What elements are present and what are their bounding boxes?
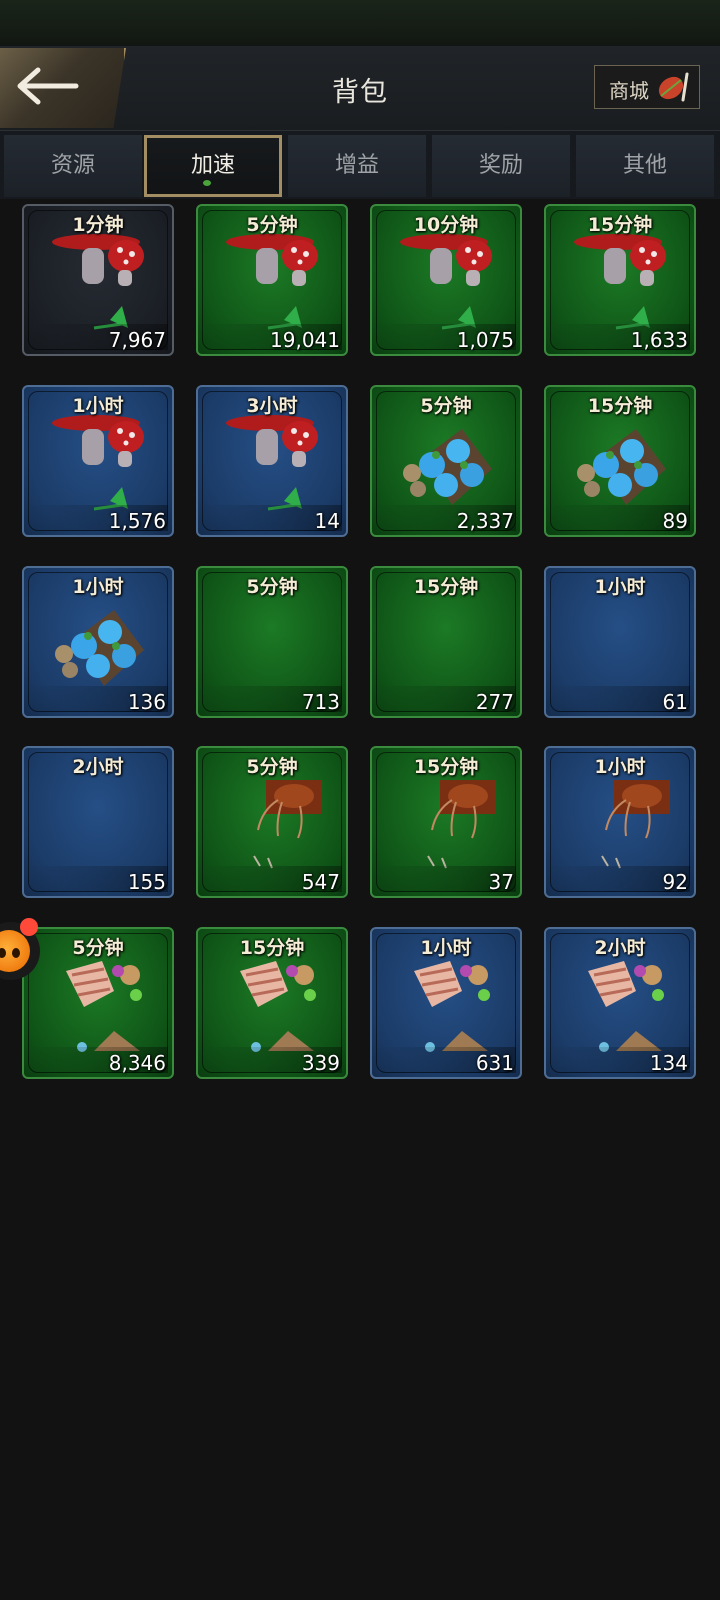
- item-count: 2,337: [456, 509, 514, 533]
- shell-icon: [240, 961, 316, 1052]
- item-count: 134: [649, 1051, 688, 1075]
- leaf-decoration-icon: [203, 180, 211, 186]
- assistant-face-icon: [0, 930, 30, 972]
- item-count: 547: [301, 870, 340, 894]
- speedup-item-card[interactable]: 3小时 14: [196, 385, 348, 537]
- notification-dot: [20, 918, 38, 936]
- item-duration-label: 10分钟: [413, 214, 479, 236]
- speedup-item-card[interactable]: 1小时 61: [544, 566, 696, 718]
- shop-label: 商城: [609, 79, 649, 103]
- shell-icon: [414, 961, 490, 1052]
- tab-bar: 资源 加速 增益 奖励 其他: [0, 131, 720, 199]
- item-count: 155: [127, 870, 166, 894]
- mushroom-icon: [400, 234, 492, 330]
- item-duration-label: 1小时: [594, 756, 646, 778]
- tab-rewards[interactable]: 奖励: [432, 135, 570, 197]
- speedup-item-card[interactable]: 2小时 134: [544, 927, 696, 1079]
- item-count: 136: [127, 690, 166, 714]
- item-duration-label: 15分钟: [413, 576, 479, 598]
- item-duration-label: 1小时: [72, 395, 124, 417]
- speedup-item-card[interactable]: 1小时 1,576: [22, 385, 174, 537]
- item-duration-label: 5分钟: [246, 214, 298, 236]
- item-count: 89: [662, 509, 688, 533]
- shop-button[interactable]: 商城: [594, 65, 700, 109]
- item-duration-label: 2小时: [594, 937, 646, 959]
- leaf-icon: [658, 72, 689, 102]
- item-duration-label: 1小时: [72, 576, 124, 598]
- mushroom-icon: [52, 415, 144, 511]
- item-duration-label: 5分钟: [246, 756, 298, 778]
- item-count: 1,633: [630, 328, 688, 352]
- mushroom-icon: [52, 234, 144, 330]
- item-duration-label: 15分钟: [587, 395, 653, 417]
- item-duration-label: 1小时: [420, 937, 472, 959]
- item-count: 277: [475, 690, 514, 714]
- speedup-item-card[interactable]: 15分钟 89: [544, 385, 696, 537]
- speedup-item-card[interactable]: 5分钟 713: [196, 566, 348, 718]
- ant-icon: [427, 780, 496, 869]
- speedup-item-card[interactable]: 5分钟 8,346: [22, 927, 174, 1079]
- ant-icon: [253, 780, 322, 869]
- tab-speedup-label: 加速: [190, 153, 235, 178]
- tab-speedup[interactable]: 加速: [144, 135, 282, 197]
- item-count: 7,967: [108, 328, 166, 352]
- item-duration-label: 15分钟: [413, 756, 479, 778]
- shell-icon: [66, 961, 142, 1052]
- ant-icon: [601, 780, 670, 869]
- item-duration-label: 5分钟: [246, 576, 298, 598]
- item-duration-label: 3小时: [246, 395, 298, 417]
- item-count: 713: [301, 690, 340, 714]
- item-count: 631: [475, 1051, 514, 1075]
- item-count: 8,346: [108, 1051, 166, 1075]
- tab-boost[interactable]: 增益: [288, 135, 426, 197]
- speedup-item-card[interactable]: 2小时 155: [22, 746, 174, 898]
- mushroom-icon: [226, 234, 318, 330]
- speedup-item-card[interactable]: 10分钟 1,075: [370, 204, 522, 356]
- status-bar-area: [0, 0, 720, 46]
- speedup-item-card[interactable]: 1小时 631: [370, 927, 522, 1079]
- speedup-item-card[interactable]: 1小时 92: [544, 746, 696, 898]
- speedup-item-card[interactable]: 1小时 136: [22, 566, 174, 718]
- item-duration-label: 5分钟: [420, 395, 472, 417]
- speedup-item-card[interactable]: 1分钟 7,967: [22, 204, 174, 356]
- speedup-item-card[interactable]: 5分钟 547: [196, 746, 348, 898]
- tab-other[interactable]: 其他: [576, 135, 714, 197]
- item-count: 14: [314, 509, 340, 533]
- item-count: 92: [662, 870, 688, 894]
- item-count: 61: [662, 690, 688, 714]
- item-count: 339: [301, 1051, 340, 1075]
- item-duration-label: 5分钟: [72, 937, 124, 959]
- speedup-item-card[interactable]: 15分钟 1,633: [544, 204, 696, 356]
- speedup-item-card[interactable]: 15分钟 37: [370, 746, 522, 898]
- mushroom-icon: [226, 415, 318, 511]
- speedup-item-card[interactable]: 15分钟 277: [370, 566, 522, 718]
- speedup-item-card[interactable]: 15分钟 339: [196, 927, 348, 1079]
- egg-tray-icon: [403, 429, 492, 505]
- speedup-item-card[interactable]: 5分钟 19,041: [196, 204, 348, 356]
- shell-icon: [588, 961, 664, 1052]
- item-duration-label: 1分钟: [72, 214, 124, 236]
- tab-resources[interactable]: 资源: [4, 135, 142, 197]
- item-count: 1,576: [108, 509, 166, 533]
- item-duration-label: 2小时: [72, 756, 124, 778]
- item-duration-label: 15分钟: [587, 214, 653, 236]
- speedup-item-card[interactable]: 5分钟 2,337: [370, 385, 522, 537]
- item-count: 19,041: [270, 328, 340, 352]
- item-count: 1,075: [456, 328, 514, 352]
- item-duration-label: 15分钟: [239, 937, 305, 959]
- item-duration-label: 1小时: [594, 576, 646, 598]
- egg-tray-icon: [55, 610, 144, 686]
- mushroom-icon: [574, 234, 666, 330]
- item-count: 37: [488, 870, 514, 894]
- egg-tray-icon: [577, 429, 666, 505]
